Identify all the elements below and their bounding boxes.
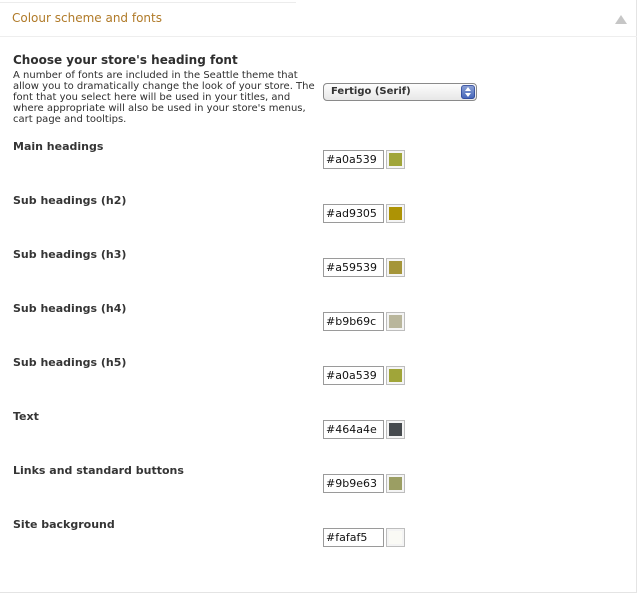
color-hex-input[interactable] <box>323 366 384 385</box>
color-setting-label: Links and standard buttons <box>13 464 184 477</box>
heading-font-selected-value: Fertigo (Serif) <box>331 86 411 97</box>
color-setting-text: Text <box>0 410 637 464</box>
color-hex-input[interactable] <box>323 420 384 439</box>
panel-title: Colour scheme and fonts <box>12 11 162 25</box>
color-setting-label: Main headings <box>13 140 104 153</box>
color-swatch[interactable] <box>386 312 405 331</box>
color-setting-links-buttons: Links and standard buttons <box>0 464 637 518</box>
select-arrows-icon <box>461 85 475 99</box>
header-divider <box>0 2 296 3</box>
colour-scheme-panel: Colour scheme and fonts Choose your stor… <box>0 0 637 593</box>
color-setting-label: Sub headings (h2) <box>13 194 127 207</box>
color-setting-label: Text <box>13 410 39 423</box>
color-swatch-fill <box>389 153 402 166</box>
color-setting-label: Sub headings (h3) <box>13 248 127 261</box>
color-hex-input[interactable] <box>323 474 384 493</box>
color-swatch[interactable] <box>386 366 405 385</box>
color-setting-label: Sub headings (h4) <box>13 302 127 315</box>
panel-header: Colour scheme and fonts <box>0 0 637 37</box>
heading-font-description: A number of fonts are included in the Se… <box>13 70 315 125</box>
color-swatch-fill <box>389 531 402 544</box>
color-hex-input[interactable] <box>323 204 384 223</box>
color-swatch-fill <box>389 369 402 382</box>
color-swatch-fill <box>389 423 402 436</box>
color-swatch-fill <box>389 315 402 328</box>
color-setting-sub-headings-h4: Sub headings (h4) <box>0 302 637 356</box>
color-setting-sub-headings-h3: Sub headings (h3) <box>0 248 637 302</box>
color-setting-site-background: Site background <box>0 518 637 572</box>
color-setting-sub-headings-h2: Sub headings (h2) <box>0 194 637 248</box>
color-swatch-fill <box>389 261 402 274</box>
heading-font-select[interactable]: Fertigo (Serif) <box>323 83 477 101</box>
color-setting-label: Sub headings (h5) <box>13 356 127 369</box>
collapse-arrow-icon[interactable] <box>615 15 627 24</box>
color-swatch[interactable] <box>386 528 405 547</box>
color-hex-input[interactable] <box>323 150 384 169</box>
color-swatch[interactable] <box>386 150 405 169</box>
color-swatch[interactable] <box>386 474 405 493</box>
color-swatch-fill <box>389 477 402 490</box>
color-setting-main-headings: Main headings <box>0 140 637 194</box>
color-hex-input[interactable] <box>323 258 384 277</box>
color-swatch-fill <box>389 207 402 220</box>
color-swatch[interactable] <box>386 204 405 223</box>
color-setting-sub-headings-h5: Sub headings (h5) <box>0 356 637 410</box>
color-setting-label: Site background <box>13 518 115 531</box>
color-hex-input[interactable] <box>323 312 384 331</box>
color-swatch[interactable] <box>386 420 405 439</box>
color-hex-input[interactable] <box>323 528 384 547</box>
heading-font-label: Choose your store's heading font <box>13 53 238 67</box>
color-swatch[interactable] <box>386 258 405 277</box>
